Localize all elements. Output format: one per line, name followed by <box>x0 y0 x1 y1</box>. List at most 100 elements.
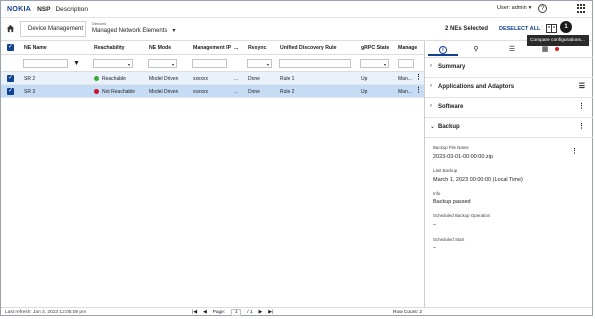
ne-name-cell: SR 2 <box>24 76 36 82</box>
info-value: Backup passed <box>433 199 471 205</box>
management-ip-cell: xxxxxx <box>193 76 208 82</box>
row-checkbox[interactable]: ✓ <box>7 88 14 95</box>
col-resync[interactable]: Resync <box>248 45 266 51</box>
page-total: / 1 <box>247 310 253 315</box>
discovery-rule-cell: Rule 2 <box>280 89 295 95</box>
top-header: NOKIA NSP Description User: admin ▾ ? <box>1 1 592 18</box>
chevron-right-icon: › <box>430 63 432 69</box>
select-all-checkbox[interactable]: ✓ <box>7 44 14 51</box>
last-backup-value: March 1, 2023 00:00:00 (Local Time) <box>433 177 523 183</box>
overflow-cell: ... <box>234 89 239 95</box>
user-label: User: admin <box>497 5 527 11</box>
table-row[interactable]: ✓ SR 2 Reachable Model Driven xxxxxx ...… <box>1 72 424 85</box>
col-ne-name[interactable]: NE Name <box>24 45 47 51</box>
page-input[interactable]: 1 <box>231 309 242 316</box>
list-view-icon[interactable]: ☰ <box>579 82 585 90</box>
crumb-label: Device Management <box>28 26 84 32</box>
alert-dot <box>555 47 559 51</box>
col-ne-mode[interactable]: NE Mode <box>149 45 171 51</box>
col-manage[interactable]: Manage <box>398 45 417 51</box>
backup-title: Backup <box>438 124 460 130</box>
chevron-down-icon: ▾ <box>172 28 176 34</box>
ne-table: ✓ NE Name Reachability NE Mode Managemen… <box>1 41 424 307</box>
search-icon: ⚲ <box>473 46 479 53</box>
management-ip-filter[interactable] <box>192 59 227 68</box>
discovery-rule-filter[interactable] <box>279 59 351 68</box>
table-header: ✓ NE Name Reachability NE Mode Managemen… <box>1 41 424 55</box>
tab-list[interactable]: ☰ <box>497 43 527 56</box>
software-section[interactable]: › Software ⋮ <box>425 98 593 118</box>
grpc-state-filter[interactable]: ▾ <box>360 59 389 68</box>
filter-row: ▼ ▾ ▾ ▾ ▾ <box>1 56 424 72</box>
next-page-icon[interactable]: ▶ <box>259 310 263 315</box>
kebab-icon[interactable]: ⋮ <box>578 102 585 110</box>
col-overflow[interactable]: ... <box>234 45 238 51</box>
details-panel: i ⚲ ☰ ▦ › Summary › Applications and Ada… <box>424 41 593 307</box>
app-grid-icon[interactable] <box>577 4 586 13</box>
manage-cell: Man... <box>398 89 412 95</box>
last-page-icon[interactable]: ▶| <box>268 310 273 315</box>
filter-icon[interactable]: ▼ <box>73 60 80 67</box>
grpc-state-cell: Up <box>361 89 368 95</box>
row-kebab-icon[interactable]: ⋮ <box>415 87 422 94</box>
kebab-icon[interactable]: ⋮ <box>578 122 585 130</box>
software-title: Software <box>438 104 464 110</box>
resync-filter[interactable]: ▾ <box>247 59 272 68</box>
ne-name-filter[interactable] <box>23 59 68 68</box>
apps-title: Applications and Adaptors <box>438 84 515 90</box>
tab-info[interactable]: i <box>428 43 458 56</box>
table-footer: Last refresh: Jan 3, 2023 12:05:08 pm |◀… <box>1 307 592 316</box>
info-label: Info <box>433 191 441 196</box>
scheduled-op-label: Scheduled Backup Operation <box>433 213 491 218</box>
app-name: NSP <box>37 5 51 13</box>
status-dot-icon <box>94 76 99 81</box>
summary-section[interactable]: › Summary <box>425 58 593 78</box>
reachability-text: Reachable <box>102 76 126 82</box>
backup-file-kebab-icon[interactable]: ⋮ <box>571 147 578 155</box>
col-reachability[interactable]: Reachability <box>94 45 125 51</box>
last-refresh: Last refresh: Jan 3, 2023 12:05:08 pm <box>5 310 87 315</box>
nokia-logo: NOKIA <box>7 5 32 13</box>
user-menu[interactable]: User: admin ▾ <box>497 5 531 11</box>
manage-filter[interactable] <box>398 59 414 68</box>
ne-mode-filter[interactable]: ▾ <box>148 59 177 68</box>
reachability-filter[interactable]: ▾ <box>93 59 133 68</box>
compare-icon[interactable] <box>546 24 557 33</box>
row-kebab-icon[interactable]: ⋮ <box>415 74 422 81</box>
col-management-ip[interactable]: Management IP <box>193 45 231 51</box>
tab-search[interactable]: ⚲ <box>461 43 491 56</box>
ne-mode-cell: Model Driven <box>149 76 179 82</box>
resync-cell: Done <box>248 89 260 95</box>
home-icon[interactable] <box>6 24 15 33</box>
ne-mode-cell: Model Driven <box>149 89 179 95</box>
table-row[interactable]: ✓ SR 3 Not Reachable Model Driven xxxxxx… <box>1 85 424 98</box>
secondary-toolbar: Device Management Devices Managed Networ… <box>1 18 592 41</box>
device-management-button[interactable]: Device Management <box>20 21 86 37</box>
devices-label: Devices <box>92 21 107 26</box>
tab-more-icon: ▦ <box>541 46 549 53</box>
row-count: Row Count: 2 <box>393 310 423 315</box>
devices-value: Managed Network Elements <box>92 27 168 34</box>
selected-count: 2 NEs Selected <box>445 26 489 32</box>
prev-page-icon[interactable]: ◀ <box>203 310 207 315</box>
resync-cell: Done <box>248 76 260 82</box>
ne-name-cell: SR 3 <box>24 89 36 95</box>
chevron-down-icon: ▾ <box>528 5 532 11</box>
devices-selector[interactable]: Devices Managed Network Elements ▾ <box>92 21 175 34</box>
page-label: Page: <box>212 310 226 315</box>
row-checkbox[interactable]: ✓ <box>7 75 14 82</box>
deselect-all-button[interactable]: DESELECT ALL <box>499 26 540 32</box>
reachability-cell: Reachable <box>94 76 126 82</box>
page-description: Description <box>55 5 88 13</box>
apps-section[interactable]: › Applications and Adaptors ☰ <box>425 78 593 98</box>
overflow-cell: ... <box>234 76 239 82</box>
col-grpc-state[interactable]: gRPC State <box>361 45 389 51</box>
summary-title: Summary <box>438 64 466 70</box>
discovery-rule-cell: Rule 1 <box>280 76 295 82</box>
backup-section[interactable]: ⌄ Backup ⋮ <box>425 118 593 138</box>
last-backup-label: Last Backup <box>433 168 458 173</box>
help-icon[interactable]: ? <box>538 4 547 13</box>
col-discovery-rule[interactable]: Unified Discovery Rule <box>280 45 337 51</box>
status-dot-icon <box>94 89 99 94</box>
first-page-icon[interactable]: |◀ <box>192 310 197 315</box>
